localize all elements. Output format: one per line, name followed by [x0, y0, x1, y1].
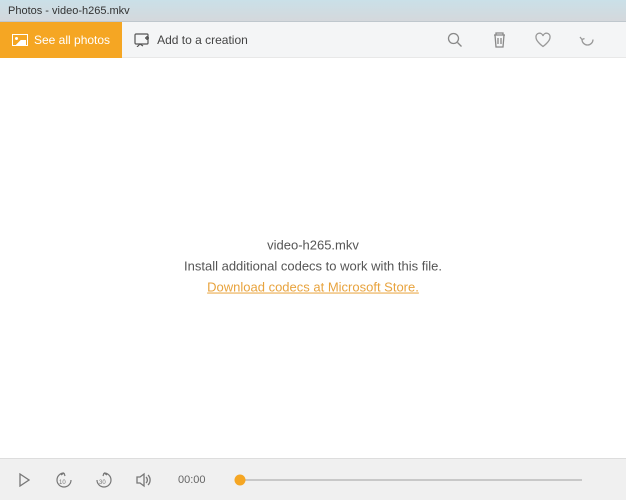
zoom-button[interactable] [446, 31, 464, 49]
volume-button[interactable] [134, 470, 154, 490]
rotate-button[interactable] [578, 31, 596, 49]
play-icon [18, 473, 30, 487]
rotate-icon [579, 31, 596, 48]
playback-time: 00:00 [178, 474, 206, 486]
playback-controls: 10 30 00:00 [0, 458, 626, 500]
add-to-creation-button[interactable]: Add to a creation [122, 22, 260, 58]
skip-forward-30-icon: 30 [94, 471, 114, 489]
title-bar: Photos - video-h265.mkv [0, 0, 626, 22]
add-label: Add to a creation [157, 33, 248, 47]
toolbar-right [446, 31, 626, 49]
see-all-photos-button[interactable]: See all photos [0, 22, 122, 58]
svg-text:30: 30 [99, 480, 106, 486]
photos-icon [12, 34, 28, 46]
skip-forward-30-button[interactable]: 30 [94, 470, 114, 490]
delete-icon [492, 31, 507, 48]
main-viewport: video-h265.mkv Install additional codecs… [0, 58, 626, 458]
delete-button[interactable] [490, 31, 508, 49]
message-instruction: Install additional codecs to work with t… [184, 256, 442, 277]
codec-message: video-h265.mkv Install additional codecs… [184, 236, 442, 298]
svg-text:10: 10 [59, 480, 66, 486]
volume-icon [135, 472, 153, 488]
see-all-label: See all photos [34, 33, 110, 47]
add-creation-icon [134, 33, 150, 47]
download-codecs-link[interactable]: Download codecs at Microsoft Store. [207, 279, 419, 294]
favorite-icon [534, 32, 552, 48]
message-filename: video-h265.mkv [184, 236, 442, 257]
play-button[interactable] [14, 470, 34, 490]
progress-track[interactable] [240, 479, 582, 481]
top-toolbar: See all photos Add to a creation [0, 22, 626, 58]
zoom-icon [447, 32, 463, 48]
progress-thumb[interactable] [234, 474, 245, 485]
skip-back-10-icon: 10 [54, 471, 74, 489]
window-title: Photos - video-h265.mkv [8, 5, 130, 17]
skip-back-10-button[interactable]: 10 [54, 470, 74, 490]
favorite-button[interactable] [534, 31, 552, 49]
